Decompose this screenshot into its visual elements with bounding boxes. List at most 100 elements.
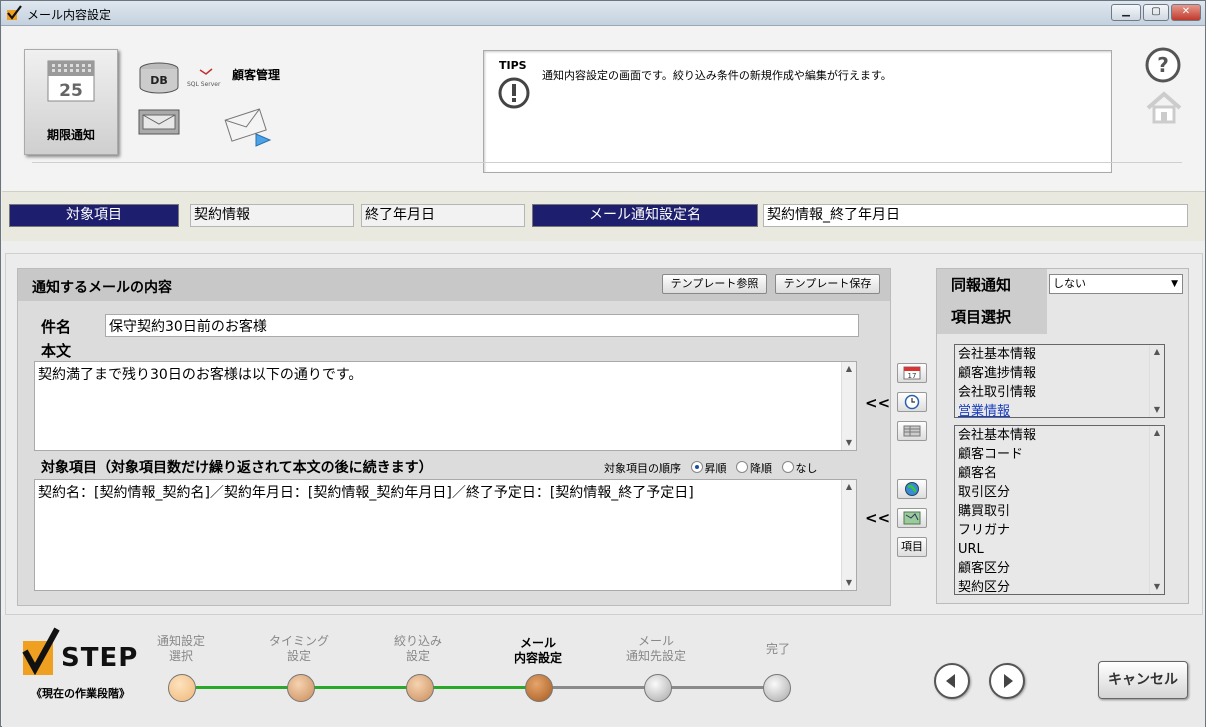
- order-asc-radio[interactable]: [690, 461, 703, 473]
- triangle-left-icon: [946, 674, 955, 688]
- items-scrollbar[interactable]: ▲ ▼: [841, 480, 856, 590]
- minimize-button[interactable]: ▁: [1111, 4, 1141, 21]
- scroll-down-icon[interactable]: ▼: [1150, 580, 1164, 594]
- insert-date-button[interactable]: 17: [897, 363, 927, 383]
- insert-item-button[interactable]: 項目: [897, 537, 927, 557]
- step-4-line1: メール: [519, 636, 556, 650]
- insert-to-body-arrow[interactable]: <<: [865, 394, 890, 412]
- calendar-small-icon: 17: [903, 366, 921, 380]
- order-desc-radio[interactable]: [736, 461, 748, 473]
- insert-table-button[interactable]: [897, 421, 927, 441]
- step-dot-1: [168, 674, 196, 702]
- scroll-down-icon[interactable]: ▼: [1150, 403, 1164, 417]
- body-label: 本文: [41, 342, 72, 360]
- subject-input[interactable]: 保守契約30日前のお客様: [105, 314, 859, 337]
- cc-select[interactable]: しない ▼: [1049, 274, 1183, 294]
- table-icon: [903, 425, 921, 437]
- list-item[interactable]: 取引区分: [955, 483, 1164, 502]
- order-desc-label[interactable]: 降順: [750, 462, 772, 475]
- insert-map-button[interactable]: [897, 508, 927, 528]
- close-button[interactable]: ✕: [1171, 4, 1201, 21]
- step-2-line2: 設定: [286, 649, 311, 663]
- target-value-1: 契約情報: [190, 204, 354, 227]
- step-label-6: 完了: [723, 642, 833, 657]
- list-item[interactable]: フリガナ: [955, 521, 1164, 540]
- step-6-line1: 完了: [765, 642, 790, 656]
- field-scrollbar[interactable]: ▲ ▼: [1149, 426, 1164, 594]
- database-icon: DB: [139, 62, 179, 94]
- step-label-3: 絞り込み 設定: [363, 634, 473, 664]
- step-3-line1: 絞り込み: [393, 634, 442, 648]
- template-reference-button[interactable]: テンプレート参照: [662, 274, 767, 294]
- setting-name-value: 契約情報_終了年月日: [763, 204, 1188, 227]
- list-item[interactable]: 顧客区分: [955, 559, 1164, 578]
- scroll-up-icon[interactable]: ▲: [842, 480, 856, 494]
- window-title: メール内容設定: [27, 8, 112, 22]
- body-textarea[interactable]: 契約満了まで残り30日のお客様は以下の通りです。 ▲ ▼: [34, 361, 857, 451]
- chevron-down-icon: ▼: [1171, 279, 1178, 289]
- target-value-2: 終了年月日: [361, 204, 525, 227]
- system-label: 顧客管理: [232, 68, 281, 82]
- header-area: 25 期限通知 DB SQL Server 顧客管理 TIPS 通知内容設定の画…: [2, 26, 1205, 191]
- step-5-line2: 通知先設定: [625, 649, 686, 663]
- step-dot-4-current: [525, 674, 553, 702]
- order-none-label[interactable]: なし: [796, 462, 818, 475]
- step-1-line1: 通知設定: [156, 634, 205, 648]
- target-items-text: 契約名：[契約情報_契約名]／契約年月日：[契約情報_契約年月日]／終了予定日：…: [38, 485, 694, 501]
- cancel-button[interactable]: キャンセル: [1098, 661, 1188, 699]
- step-5-line1: メール: [637, 634, 674, 648]
- scroll-down-icon[interactable]: ▼: [842, 436, 856, 450]
- step-label-4: メール 内容設定: [483, 636, 593, 666]
- sql-server-icon: SQL Server: [187, 68, 221, 88]
- insert-to-items-arrow[interactable]: <<: [865, 509, 890, 527]
- list-item[interactable]: 会社基本情報: [955, 426, 1164, 445]
- target-items-textarea[interactable]: 契約名：[契約情報_契約名]／契約年月日：[契約情報_契約年月日]／終了予定日：…: [34, 479, 857, 591]
- step-progress-area: [2, 615, 1205, 727]
- list-item[interactable]: 契約区分: [955, 578, 1164, 594]
- list-item[interactable]: 購買取引: [955, 502, 1164, 521]
- order-asc-label[interactable]: 昇順: [705, 462, 727, 475]
- list-item[interactable]: 顧客コード: [955, 445, 1164, 464]
- step-subtitle: 《現在の作業段階》: [31, 687, 130, 700]
- body-scrollbar[interactable]: ▲ ▼: [841, 362, 856, 450]
- order-none-radio[interactable]: [781, 461, 794, 473]
- app-window: メール内容設定 ▁ ▢ ✕ 25 期限通知 DB SQL Server 顧客管理…: [0, 0, 1206, 727]
- title-bar: メール内容設定 ▁ ▢ ✕: [1, 1, 1205, 26]
- next-button[interactable]: [989, 663, 1025, 699]
- deadline-notice-tile[interactable]: 25 期限通知: [24, 49, 118, 155]
- home-icon[interactable]: [1144, 90, 1184, 126]
- field-list[interactable]: 会社基本情報 顧客コード 顧客名 取引区分 購買取引 フリガナ URL 顧客区分…: [954, 425, 1165, 595]
- list-item[interactable]: 会社基本情報: [955, 345, 1164, 364]
- category-scrollbar[interactable]: ▲ ▼: [1149, 345, 1164, 417]
- clock-icon: [904, 394, 920, 410]
- db-label: DB: [150, 74, 168, 87]
- maximize-button[interactable]: ▢: [1143, 4, 1169, 21]
- insert-globe-button[interactable]: [897, 479, 927, 499]
- template-save-button[interactable]: テンプレート保存: [775, 274, 880, 294]
- list-item[interactable]: 顧客進捗情報: [955, 364, 1164, 383]
- list-item[interactable]: 会社取引情報: [955, 383, 1164, 402]
- scroll-up-icon[interactable]: ▲: [1150, 345, 1164, 359]
- tips-text: 通知内容設定の画面です。絞り込み条件の新規作成や編集が行えます。: [542, 69, 892, 82]
- category-list[interactable]: 会社基本情報 顧客進捗情報 会社取引情報 営業情報 ▲ ▼: [954, 344, 1165, 418]
- list-item[interactable]: 顧客名: [955, 464, 1164, 483]
- back-button[interactable]: [934, 663, 970, 699]
- scroll-up-icon[interactable]: ▲: [842, 362, 856, 376]
- exclamation-icon: [498, 77, 530, 109]
- list-item-selected[interactable]: 営業情報: [955, 402, 1164, 417]
- scroll-down-icon[interactable]: ▼: [842, 576, 856, 590]
- list-item[interactable]: URL: [955, 540, 1164, 559]
- scroll-up-icon[interactable]: ▲: [1150, 426, 1164, 440]
- step-label-1: 通知設定 選択: [126, 634, 236, 664]
- body-text: 契約満了まで残り30日のお客様は以下の通りです。: [38, 367, 363, 383]
- step-4-line2: 内容設定: [513, 651, 562, 665]
- cc-select-value: しない: [1053, 277, 1086, 290]
- svg-text:?: ?: [1157, 53, 1169, 77]
- insert-time-button[interactable]: [897, 392, 927, 412]
- help-icon[interactable]: ?: [1144, 46, 1182, 84]
- step-2-line1: タイミング: [268, 634, 329, 648]
- header-divider: [32, 162, 1182, 163]
- step-3-line2: 設定: [405, 649, 430, 663]
- small-calendar-day: 17: [908, 372, 917, 380]
- target-items-label: 対象項目（対象項目数だけ繰り返されて本文の後に続きます）: [41, 460, 433, 476]
